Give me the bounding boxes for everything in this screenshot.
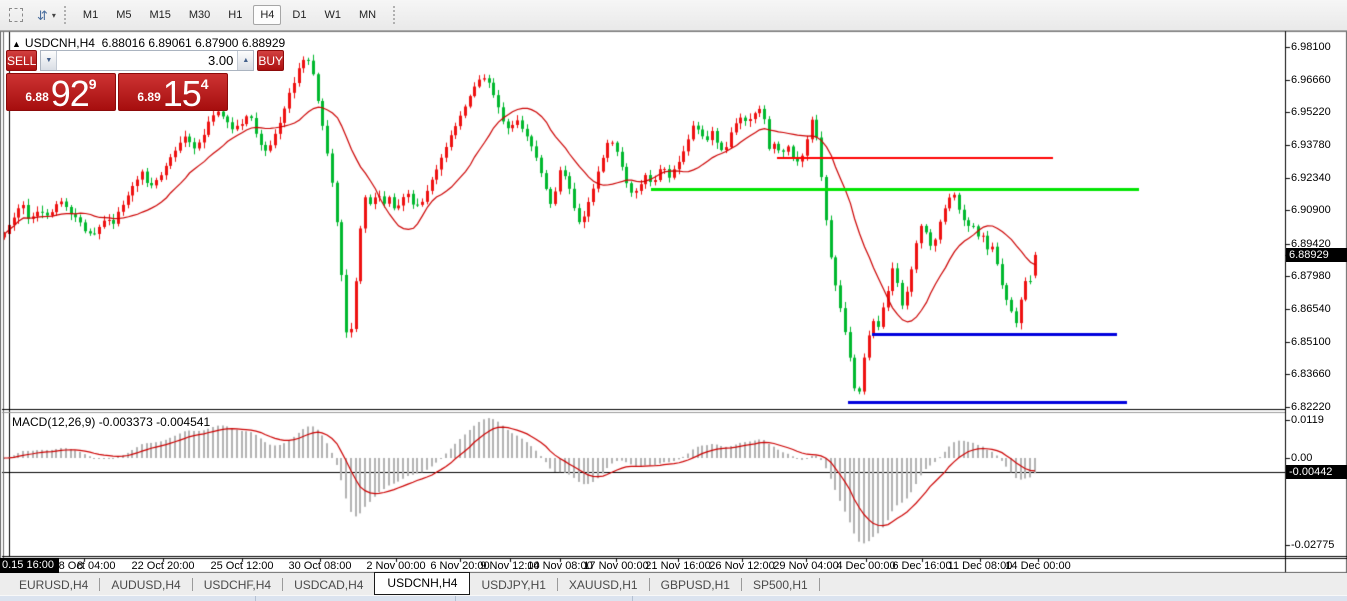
timeframe-button-d1[interactable]: D1 (285, 5, 313, 25)
status-separator (255, 596, 256, 601)
axis-tick-label: 6.96660 (1291, 74, 1331, 86)
buy-price-point: 4 (201, 76, 209, 92)
time-label-fragment: 8 (77, 560, 83, 572)
buy-button[interactable]: BUY (257, 50, 284, 71)
axis-tick-label: -0.02775 (1291, 539, 1334, 551)
ohlc-close: 6.88929 (242, 36, 285, 50)
status-separator (455, 596, 456, 601)
axis-tick-label: 0.00 (1291, 452, 1312, 464)
ohlc-low: 6.87900 (195, 36, 238, 50)
timeframes-toolbar: M1M5M15M30H1H4D1W1MN (74, 5, 385, 25)
timeframe-button-m5[interactable]: M5 (109, 5, 138, 25)
buy-price-pips: 15 (163, 78, 201, 110)
toolbar-grip (393, 6, 395, 24)
timeframe-button-m1[interactable]: M1 (76, 5, 105, 25)
ohlc-open: 6.88016 (102, 36, 145, 50)
time-axis-label: 22 Oct 20:00 (132, 560, 195, 572)
tab-usdchf-h4[interactable]: USDCHF,H4 (193, 575, 282, 595)
time-axis-label: 30 Oct 08:00 (289, 560, 352, 572)
time-axis-label: 26 Nov 12:00 (709, 560, 774, 572)
toolbar-grip (64, 6, 66, 24)
chart-symbol-label: USDCNH,H4 (25, 36, 95, 50)
buy-price-prefix: 6.89 (137, 90, 160, 104)
crosshair-select-icon[interactable] (9, 8, 23, 22)
volume-input[interactable] (57, 51, 237, 70)
sell-price-pips: 92 (51, 78, 89, 110)
sell-price-prefix: 6.88 (25, 90, 48, 104)
timeframe-button-m15[interactable]: M15 (142, 5, 177, 25)
axis-tick-label: 6.90900 (1291, 204, 1331, 216)
tab-audusd-h4[interactable]: AUDUSD,H4 (100, 575, 191, 595)
tab-xauusd-h1[interactable]: XAUUSD,H1 (558, 575, 649, 595)
current-price-tag: 6.88929 (1286, 248, 1347, 262)
mt4-terminal-window: ⇵ ▾ M1M5M15M30H1H4D1W1MN ▲ USDCNH,H4 6.88… (0, 0, 1347, 601)
time-axis-label: 18 Oct 04:00 (53, 560, 116, 572)
status-bar (0, 595, 1347, 601)
dropdown-caret-icon[interactable]: ▾ (52, 11, 56, 20)
time-axis-label: 4 Dec 00:00 (836, 560, 895, 572)
time-axis-label: 29 Nov 04:00 (773, 560, 838, 572)
tab-separator (819, 578, 820, 591)
one-click-top-row: SELL ▼ ▲ BUY (6, 50, 230, 71)
time-axis-label: 25 Oct 12:00 (211, 560, 274, 572)
axis-tick-label: 6.82220 (1291, 401, 1331, 413)
macd-indicator-label: MACD(12,26,9) -0.003373 -0.004541 (12, 415, 210, 429)
top-toolbar: ⇵ ▾ M1M5M15M30H1H4D1W1MN (0, 0, 1347, 31)
sell-price-point: 9 (89, 76, 97, 92)
axis-tick-label: 6.98100 (1291, 41, 1331, 53)
tab-usdcnh-h4[interactable]: USDCNH,H4 (374, 572, 470, 595)
axis-tick-label: 6.85100 (1291, 336, 1331, 348)
chart-tabs-bar: EURUSD,H4AUDUSD,H4USDCHF,H4USDCAD,H4USDC… (0, 574, 1347, 595)
ohlc-high: 6.89061 (148, 36, 191, 50)
sell-price-button[interactable]: 6.88 92 9 (6, 73, 116, 111)
tab-gbpusd-h1[interactable]: GBPUSD,H1 (650, 575, 741, 595)
buy-price-button[interactable]: 6.89 15 4 (118, 73, 228, 111)
timeframe-button-h4[interactable]: H4 (253, 5, 281, 25)
sell-button[interactable]: SELL (6, 50, 37, 71)
selected-time-tag: 0.15 16:00 (0, 558, 59, 573)
tick-arrows-icon[interactable]: ⇵ (37, 9, 48, 22)
axis-tick-label: 6.92340 (1291, 172, 1331, 184)
time-axis-label: 14 Dec 00:00 (1005, 560, 1070, 572)
timeframe-button-h1[interactable]: H1 (221, 5, 249, 25)
tab-eurusd-h4[interactable]: EURUSD,H4 (8, 575, 99, 595)
macd-current-value-tag: -0.00442 (1286, 465, 1347, 479)
volume-increase-button[interactable]: ▲ (237, 51, 253, 70)
tab-usdcad-h4[interactable]: USDCAD,H4 (283, 575, 374, 595)
time-axis-label: 2 Nov 00:00 (366, 560, 425, 572)
status-separator (632, 596, 633, 601)
chart-title: ▲ USDCNH,H4 6.88016 6.89061 6.87900 6.889… (12, 36, 285, 50)
volume-decrease-button[interactable]: ▼ (41, 51, 57, 70)
time-axis-label: 17 Nov 00:00 (583, 560, 648, 572)
timeframe-button-m30[interactable]: M30 (182, 5, 217, 25)
time-axis-label: 11 Dec 08:00 (948, 560, 1013, 572)
time-axis-label: 6 Dec 16:00 (892, 560, 951, 572)
one-click-trading-panel: SELL ▼ ▲ BUY 6.88 92 9 6.89 15 4 (6, 50, 230, 111)
tab-usdjpy-h1[interactable]: USDJPY,H1 (470, 575, 556, 595)
axis-tick-label: 6.83660 (1291, 368, 1331, 380)
axis-tick-label: 6.86540 (1291, 303, 1331, 315)
one-click-price-row: 6.88 92 9 6.89 15 4 (6, 73, 230, 111)
timeframe-button-w1[interactable]: W1 (317, 5, 348, 25)
axis-tick-label: 6.87980 (1291, 270, 1331, 282)
axis-tick-label: 0.0119 (1291, 414, 1324, 426)
time-axis-label: 21 Nov 16:00 (645, 560, 710, 572)
timeframe-button-mn[interactable]: MN (352, 5, 383, 25)
axis-tick-label: 6.93780 (1291, 139, 1331, 151)
volume-spinner: ▼ ▲ (40, 50, 254, 71)
symbol-arrow-icon: ▲ (12, 39, 21, 49)
axis-tick-label: 6.95220 (1291, 106, 1331, 118)
tab-sp500-h1[interactable]: SP500,H1 (742, 575, 819, 595)
